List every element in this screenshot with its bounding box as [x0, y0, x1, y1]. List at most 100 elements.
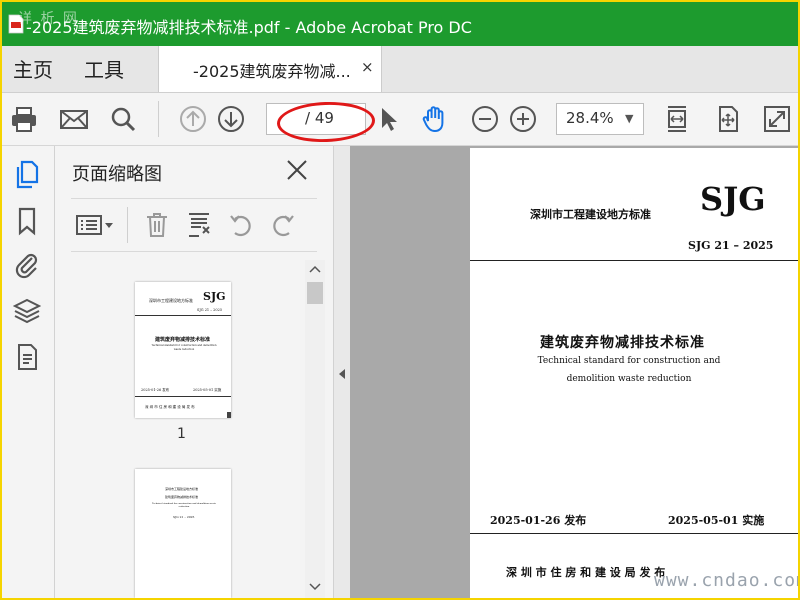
- doc-title: 建筑废弃物减排技术标准: [540, 335, 705, 351]
- doc-publisher: 深 圳 市 住 房 和 建 设 局 发 布: [506, 566, 666, 579]
- thumbnail-options-button[interactable]: [75, 211, 115, 239]
- toolbar: / 49 28.4% ▼: [2, 93, 798, 146]
- document-lines-icon: [18, 344, 37, 370]
- document-tab-label: -2025建筑废弃物减...: [193, 62, 351, 81]
- thumbnail-panel: 页面缩略图 深圳市工程建设地方标准 SJG SJG 21 – 2025 建筑废弃…: [55, 146, 333, 598]
- extract-page-button[interactable]: [185, 211, 213, 239]
- cursor-arrow-icon: [382, 108, 397, 131]
- thumbnail-toolbar: [71, 198, 317, 252]
- thumb-effective: 2025-05-01 实施: [193, 388, 222, 392]
- rotate-view-button[interactable]: [713, 104, 743, 134]
- search-icon: [111, 107, 136, 132]
- tab-bar: 主页 工具 -2025建筑废弃物减... ×: [2, 46, 798, 93]
- thumbnail-scrollbar[interactable]: [305, 260, 325, 598]
- printer-icon: [12, 107, 36, 132]
- panel-title: 页面缩略图: [72, 164, 162, 185]
- window-title: -2025建筑废弃物减排技术标准.pdf - Adobe Acrobat Pro…: [26, 18, 472, 37]
- scrollbar-thumb[interactable]: [307, 282, 323, 304]
- thumb2-en: Technical standard for construction and …: [151, 502, 217, 508]
- next-page-button[interactable]: [216, 104, 246, 134]
- thumbnail-page-label: 1: [177, 426, 186, 442]
- thumb-code: SJG: [203, 290, 226, 303]
- attachments-button[interactable]: [13, 250, 41, 280]
- rotate-left-icon: [230, 215, 251, 237]
- page-total: / 49: [305, 109, 334, 127]
- hand-tool-button[interactable]: [420, 104, 450, 134]
- delete-page-button[interactable]: [143, 211, 171, 239]
- toolbar-divider: [158, 101, 159, 137]
- arrow-up-circle-icon: [180, 106, 206, 132]
- document-view[interactable]: 深圳市工程建设地方标准 SJG SJG 21 – 2025 建筑废弃物减排技术标…: [350, 146, 798, 598]
- document-tab[interactable]: -2025建筑废弃物减... ×: [158, 46, 382, 92]
- rotate-right-button[interactable]: [269, 211, 297, 239]
- page-thumbnail-2[interactable]: 深圳市工程建设地方标准 建筑废弃物减排技术标准 Technical standa…: [135, 469, 231, 598]
- doc-effective-date: 2025-05-01 实施: [668, 514, 765, 527]
- thumb-rule: [135, 396, 231, 397]
- fit-width-button[interactable]: [662, 104, 692, 134]
- chevron-down-icon[interactable]: [309, 582, 321, 592]
- zoom-value: 28.4%: [566, 109, 614, 127]
- page-thumbnail-1[interactable]: 深圳市工程建设地方标准 SJG SJG 21 – 2025 建筑废弃物减排技术标…: [135, 282, 231, 418]
- doc-number: SJG 21 – 2025: [688, 239, 774, 252]
- pdf-page: 深圳市工程建设地方标准 SJG SJG 21 – 2025 建筑废弃物减排技术标…: [470, 148, 798, 598]
- doc-rule-top: [470, 260, 798, 261]
- minus-circle-icon: [472, 106, 498, 132]
- thumb-title: 建筑废弃物减排技术标准: [155, 337, 211, 343]
- thumb-issue: 2025-01-26 发布: [141, 388, 170, 392]
- plus-circle-icon: [510, 106, 536, 132]
- thumb-publisher: 深 圳 市 住 房 和 建 设 局 发 布: [145, 405, 195, 409]
- envelope-icon: [60, 110, 88, 129]
- previous-page-button[interactable]: [178, 104, 208, 134]
- page-number-box: / 49: [266, 103, 366, 135]
- select-tool-button[interactable]: [374, 104, 404, 134]
- doc-issue-date: 2025-01-26 发布: [490, 514, 587, 527]
- hand-icon: [422, 106, 444, 133]
- doc-rule-bottom: [470, 533, 798, 534]
- page-insert-icon: [189, 213, 210, 237]
- chevron-left-icon: [339, 369, 345, 379]
- layers-button[interactable]: [12, 296, 42, 326]
- close-tab-button[interactable]: ×: [361, 58, 374, 76]
- thumb2-number: SJG 21 – 2025: [173, 515, 195, 519]
- app-window: 详 析 网 -2025建筑废弃物减排技术标准.pdf - Adobe Acrob…: [0, 0, 800, 600]
- zoom-select[interactable]: 28.4% ▼: [556, 103, 644, 135]
- fit-width-icon: [668, 106, 686, 132]
- layers-icon: [12, 298, 42, 324]
- doc-org: 深圳市工程建设地方标准: [530, 208, 651, 221]
- chevron-down-icon: ▼: [625, 112, 634, 125]
- navigation-rail: [2, 146, 55, 598]
- subtoolbar-divider: [127, 207, 128, 243]
- doc-en-line2: demolition waste reduction: [566, 374, 692, 384]
- site-watermark: www.cndao.com: [654, 570, 800, 591]
- page-number-input[interactable]: [267, 104, 301, 132]
- arrow-down-circle-icon: [218, 106, 244, 132]
- zoom-in-button[interactable]: [508, 104, 538, 134]
- panel-collapse-handle[interactable]: [333, 146, 351, 598]
- trash-icon: [147, 213, 167, 237]
- search-button[interactable]: [108, 104, 138, 134]
- document-properties-button[interactable]: [13, 342, 41, 372]
- rotate-left-button[interactable]: [227, 211, 255, 239]
- paperclip-icon: [15, 253, 38, 279]
- expand-icon: [764, 106, 790, 132]
- page-thumbnails-button[interactable]: [13, 160, 41, 190]
- thumb-rule: [135, 315, 231, 316]
- doc-en-line1: Technical standard for construction and: [537, 356, 721, 366]
- tools-menu[interactable]: 工具: [84, 54, 124, 83]
- thumb-org: 深圳市工程建设地方标准: [149, 298, 193, 303]
- thumb2-title: 建筑废弃物减排技术标准: [165, 495, 199, 499]
- thumb-number: SJG 21 – 2025: [197, 308, 223, 312]
- bookmark-icon: [18, 207, 36, 236]
- full-screen-button[interactable]: [762, 104, 792, 134]
- bookmarks-button[interactable]: [13, 206, 41, 236]
- thumb-en: Technical standard for construction and …: [151, 344, 217, 351]
- list-options-icon: [76, 215, 113, 235]
- zoom-out-button[interactable]: [470, 104, 500, 134]
- email-button[interactable]: [59, 104, 89, 134]
- page-move-icon: [719, 106, 738, 132]
- home-menu[interactable]: 主页: [13, 54, 53, 83]
- chevron-up-icon[interactable]: [309, 264, 321, 274]
- close-panel-icon[interactable]: [285, 158, 309, 182]
- print-button[interactable]: [9, 104, 39, 134]
- pages-icon: [16, 160, 39, 189]
